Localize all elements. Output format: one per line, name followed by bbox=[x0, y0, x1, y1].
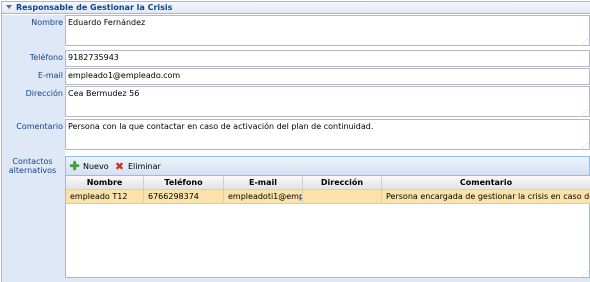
cell-nombre[interactable]: empleado T12 bbox=[66, 190, 144, 204]
alternative-contacts-grid: ✚ Nuevo ✖ Eliminar Nombre Teléfono E-mai… bbox=[65, 156, 590, 278]
resize-grip-icon[interactable]: ⋰ bbox=[582, 271, 588, 277]
delete-icon: ✖ bbox=[114, 160, 125, 173]
telefono-label: Teléfono bbox=[29, 53, 63, 62]
email-value: empleado1@empleado.com bbox=[68, 71, 181, 80]
contactos-label-line2: alternativos bbox=[8, 166, 57, 175]
contacts-table: Nombre Teléfono E-mail Dirección Comenta… bbox=[66, 176, 590, 204]
comentario-value: Persona con la que contactar en caso de … bbox=[68, 122, 374, 131]
comentario-label: Comentario bbox=[16, 122, 63, 131]
panel-bottom bbox=[2, 278, 590, 282]
delete-contact-button[interactable]: ✖ Eliminar bbox=[114, 160, 161, 173]
cell-direccion[interactable] bbox=[303, 190, 382, 204]
email-field[interactable]: empleado1@empleado.com bbox=[65, 68, 590, 85]
panel-title: Responsable de Gestionar la Crisis bbox=[16, 3, 173, 12]
add-icon: ✚ bbox=[69, 159, 80, 173]
comentario-field[interactable]: Persona con la que contactar en caso de … bbox=[65, 119, 590, 150]
resize-grip-icon[interactable]: ⋰ bbox=[582, 143, 588, 149]
cell-telefono[interactable]: 6766298374 bbox=[144, 190, 224, 204]
telefono-value: 9182735943 bbox=[68, 53, 119, 62]
resize-grip-icon[interactable]: ⋰ bbox=[582, 39, 588, 45]
new-contact-button[interactable]: ✚ Nuevo bbox=[69, 159, 109, 173]
direccion-label: Dirección bbox=[25, 89, 63, 98]
table-row[interactable]: empleado T12 6766298374 empleadoti1@empl… bbox=[66, 190, 590, 204]
column-header-email[interactable]: E-mail bbox=[224, 176, 303, 190]
table-header-row: Nombre Teléfono E-mail Dirección Comenta… bbox=[66, 176, 590, 190]
panel-header[interactable]: Responsable de Gestionar la Crisis bbox=[2, 2, 590, 14]
grid-toolbar: ✚ Nuevo ✖ Eliminar bbox=[66, 157, 589, 176]
nombre-label: Nombre bbox=[31, 18, 63, 27]
delete-button-label: Eliminar bbox=[128, 162, 161, 171]
cell-email[interactable]: empleadoti1@empleado bbox=[224, 190, 303, 204]
direccion-value: Cea Bermudez 56 bbox=[68, 89, 140, 98]
direccion-field[interactable]: Cea Bermudez 56 ⋰ bbox=[65, 86, 590, 117]
nombre-value: Eduardo Fernández bbox=[68, 18, 146, 27]
new-button-label: Nuevo bbox=[83, 162, 109, 171]
column-header-direccion[interactable]: Dirección bbox=[303, 176, 382, 190]
column-header-nombre[interactable]: Nombre bbox=[66, 176, 144, 190]
cell-comentario[interactable]: Persona encargada de gestionar la crisis… bbox=[382, 190, 590, 204]
email-label: E-mail bbox=[37, 71, 63, 80]
nombre-field[interactable]: Eduardo Fernández ⋰ bbox=[65, 15, 590, 46]
crisis-manager-panel: Responsable de Gestionar la Crisis Nombr… bbox=[1, 1, 590, 282]
column-header-comentario[interactable]: Comentario bbox=[382, 176, 590, 190]
resize-grip-icon[interactable]: ⋰ bbox=[582, 110, 588, 116]
column-header-telefono[interactable]: Teléfono bbox=[144, 176, 224, 190]
collapse-triangle-icon[interactable] bbox=[6, 5, 12, 9]
telefono-field[interactable]: 9182735943 bbox=[65, 50, 590, 67]
